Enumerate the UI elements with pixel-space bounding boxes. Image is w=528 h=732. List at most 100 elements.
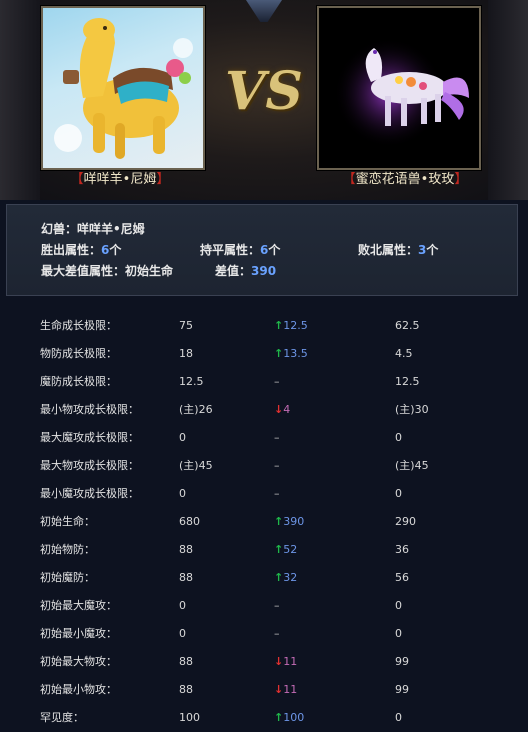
lose-label: 败北属性： bbox=[358, 243, 419, 257]
right-pet-value: 290 bbox=[395, 515, 416, 528]
diff-cell: ↑32 bbox=[274, 564, 297, 592]
diff-value: 13.5 bbox=[283, 347, 308, 360]
left-pet-name: 【咩咩羊•尼姆】 bbox=[20, 170, 220, 190]
diff-value: 4 bbox=[283, 403, 291, 416]
table-row: 最小物攻成长极限： (主)26 ↓4 (主)30 bbox=[0, 396, 528, 424]
right-pet-value: (主)45 bbox=[395, 459, 429, 472]
diff-cell: – bbox=[274, 620, 280, 648]
arrow-down-icon: ↓ bbox=[274, 403, 284, 416]
vs-label: VS bbox=[225, 61, 303, 122]
bracket-open: 【 bbox=[70, 172, 84, 187]
diff-cell: – bbox=[274, 368, 280, 396]
right-pet-name: 【蜜恋花语兽•玫玫】 bbox=[305, 170, 505, 190]
diff-value: 100 bbox=[283, 711, 305, 724]
left-pet-value: 18 bbox=[179, 347, 193, 360]
arrow-down-icon: ↓ bbox=[274, 683, 284, 696]
left-pet-value: 88 bbox=[179, 571, 193, 584]
table-row: 初始最大物攻： 88 ↓11 99 bbox=[0, 648, 528, 676]
right-pet-value: 0 bbox=[395, 627, 402, 640]
right-pet-value: 0 bbox=[395, 711, 402, 724]
diff-value: – bbox=[274, 599, 280, 612]
diff-value: – bbox=[274, 459, 280, 472]
table-row: 初始生命： 680 ↑390 290 bbox=[0, 508, 528, 536]
summary-tie-line: 持平属性：6个 bbox=[200, 240, 280, 260]
max-diff-attr: 初始生命 bbox=[125, 264, 174, 278]
left-pet-value: 75 bbox=[179, 319, 193, 332]
diff-cell: – bbox=[274, 424, 280, 452]
left-pet-value: 88 bbox=[179, 543, 193, 556]
table-row: 物防成长极限： 18 ↑13.5 4.5 bbox=[0, 340, 528, 368]
left-pet-value: 0 bbox=[179, 627, 186, 640]
right-pet-value: 56 bbox=[395, 571, 409, 584]
lose-unit: 个 bbox=[426, 243, 439, 257]
table-row: 初始魔防： 88 ↑32 56 bbox=[0, 564, 528, 592]
stat-label: 最小魔攻成长极限： bbox=[40, 487, 139, 500]
diff-value: 12.5 bbox=[283, 319, 308, 332]
win-label: 胜出属性： bbox=[41, 243, 102, 257]
arrow-up-icon: ↑ bbox=[274, 319, 284, 332]
table-row: 魔防成长极限： 12.5 – 12.5 bbox=[0, 368, 528, 396]
right-pet-value: 4.5 bbox=[395, 347, 413, 360]
tie-unit: 个 bbox=[268, 243, 281, 257]
left-pet-value: 88 bbox=[179, 655, 193, 668]
diff-cell: – bbox=[274, 480, 280, 508]
tie-label: 持平属性： bbox=[200, 243, 261, 257]
stat-label: 罕见度： bbox=[40, 711, 84, 724]
table-row: 初始最小物攻： 88 ↓11 99 bbox=[0, 676, 528, 704]
stat-label: 物防成长极限： bbox=[40, 347, 117, 360]
pet-name: 咩咩羊•尼姆 bbox=[77, 222, 145, 236]
stat-label: 初始最小物攻： bbox=[40, 683, 117, 696]
top-ornament-icon bbox=[246, 0, 282, 22]
right-pet-value: 0 bbox=[395, 599, 402, 612]
left-pet-value: 680 bbox=[179, 515, 200, 528]
diff-cell: ↑13.5 bbox=[274, 340, 308, 368]
alpaca-pet-icon bbox=[54, 18, 193, 159]
stat-label: 最大魔攻成长极限： bbox=[40, 431, 139, 444]
diff-value: – bbox=[274, 627, 280, 640]
right-pet-value: 99 bbox=[395, 683, 409, 696]
summary-pet-line: 幻兽：咩咩羊•尼姆 bbox=[41, 219, 145, 239]
diff-cell: ↑12.5 bbox=[274, 312, 308, 340]
right-pet-portrait bbox=[317, 6, 481, 170]
diff-value: – bbox=[274, 375, 280, 388]
table-row: 初始物防： 88 ↑52 36 bbox=[0, 536, 528, 564]
stat-label: 初始最大魔攻： bbox=[40, 599, 117, 612]
left-pet-value: 0 bbox=[179, 487, 186, 500]
right-pet-value: 99 bbox=[395, 655, 409, 668]
bracket-close: 】 bbox=[454, 172, 468, 187]
stat-label: 生命成长极限： bbox=[40, 319, 117, 332]
right-pet-value: 0 bbox=[395, 431, 402, 444]
comparison-summary: 幻兽：咩咩羊•尼姆 胜出属性：6个 持平属性：6个 败北属性：3个 最大差值属性… bbox=[6, 204, 518, 296]
stat-label: 最小物攻成长极限： bbox=[40, 403, 139, 416]
arrow-up-icon: ↑ bbox=[274, 543, 284, 556]
left-pet-name-text: 咩咩羊•尼姆 bbox=[83, 172, 157, 187]
right-pet-value: (主)30 bbox=[395, 403, 429, 416]
right-pet-value: 0 bbox=[395, 487, 402, 500]
summary-diff-line: 差值：390 bbox=[215, 261, 276, 281]
stat-label: 魔防成长极限： bbox=[40, 375, 117, 388]
arrow-down-icon: ↓ bbox=[274, 655, 284, 668]
summary-lose-line: 败北属性：3个 bbox=[358, 240, 438, 260]
table-row: 罕见度： 100 ↑100 0 bbox=[0, 704, 528, 732]
win-unit: 个 bbox=[109, 243, 122, 257]
diff-label: 差值： bbox=[215, 264, 252, 278]
stat-comparison-table: 生命成长极限： 75 ↑12.5 62.5 物防成长极限： 18 ↑13.5 4.5 魔防成长极… bbox=[0, 312, 528, 732]
left-pet-value: 100 bbox=[179, 711, 200, 724]
left-pet-value: 0 bbox=[179, 599, 186, 612]
stat-label: 初始最大物攻： bbox=[40, 655, 117, 668]
diff-value: 390 bbox=[283, 515, 305, 528]
diff-value: – bbox=[274, 431, 280, 444]
diff-cell: – bbox=[274, 452, 280, 480]
pet-label: 幻兽： bbox=[41, 222, 78, 236]
table-row: 最大魔攻成长极限： 0 – 0 bbox=[0, 424, 528, 452]
diff-value: 52 bbox=[283, 543, 298, 556]
stat-label: 初始最小魔攻： bbox=[40, 627, 117, 640]
stat-label: 最大物攻成长极限： bbox=[40, 459, 139, 472]
arrow-up-icon: ↑ bbox=[274, 515, 284, 528]
stat-label: 初始魔防： bbox=[40, 571, 95, 584]
left-pet-value: (主)45 bbox=[179, 459, 213, 472]
summary-max-diff-line: 最大差值属性：初始生命 bbox=[41, 261, 173, 281]
diff-cell: ↑390 bbox=[274, 508, 304, 536]
bracket-close: 】 bbox=[156, 172, 170, 187]
diff-cell: ↓11 bbox=[274, 676, 297, 704]
